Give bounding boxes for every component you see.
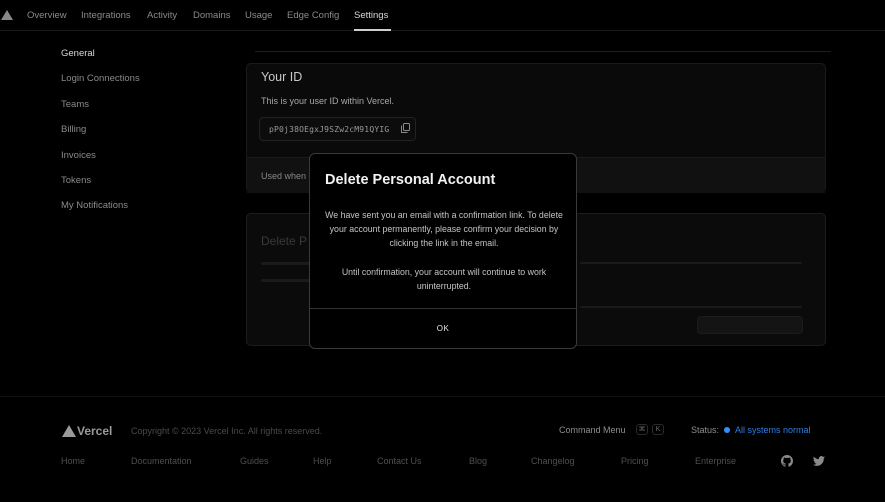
tab-overview[interactable]: Overview bbox=[27, 10, 67, 21]
tab-usage[interactable]: Usage bbox=[245, 10, 272, 21]
github-icon[interactable] bbox=[781, 455, 793, 467]
user-id-description: This is your user ID within Vercel. bbox=[261, 96, 395, 106]
user-id-value: pP0j38OEgxJ9SZw2cM91QYIG bbox=[269, 125, 390, 134]
sidebar-item-login-connections[interactable]: Login Connections bbox=[61, 73, 140, 84]
blurred-text-line bbox=[261, 279, 311, 282]
status-label: Status: bbox=[691, 425, 720, 435]
modal-paragraph: Until confirmation, your account will co… bbox=[341, 267, 547, 291]
footer-link-home[interactable]: Home bbox=[61, 456, 85, 466]
footer-link-help[interactable]: Help bbox=[313, 456, 332, 466]
tab-edge-config[interactable]: Edge Config bbox=[287, 10, 339, 21]
user-id-title: Your ID bbox=[261, 70, 303, 84]
footer-link-contact-us[interactable]: Contact Us bbox=[377, 456, 422, 466]
status-link[interactable]: All systems normal bbox=[735, 425, 811, 435]
footer-logo[interactable]: Vercel bbox=[62, 424, 112, 438]
copy-icon[interactable] bbox=[401, 123, 410, 133]
k-key-icon: K bbox=[652, 424, 664, 435]
footer-link-blog[interactable]: Blog bbox=[469, 456, 487, 466]
tab-activity[interactable]: Activity bbox=[147, 10, 177, 21]
tab-integrations[interactable]: Integrations bbox=[81, 10, 131, 21]
vercel-triangle-icon bbox=[62, 425, 76, 437]
footer-link-guides[interactable]: Guides bbox=[240, 456, 269, 466]
footer-link-pricing[interactable]: Pricing bbox=[621, 456, 649, 466]
user-id-footer-text: Used when bbox=[261, 171, 307, 181]
blurred-input-line bbox=[580, 262, 802, 264]
command-key-icon: ⌘ bbox=[636, 424, 648, 435]
modal-title: Delete Personal Account bbox=[325, 172, 496, 188]
modal-paragraph: We have sent you an email with a confirm… bbox=[325, 210, 563, 248]
active-tab-indicator bbox=[354, 29, 391, 31]
tab-settings[interactable]: Settings bbox=[354, 10, 388, 21]
blurred-input-line bbox=[580, 306, 802, 308]
command-menu-button[interactable]: Command Menu bbox=[559, 425, 626, 435]
delete-account-modal: Delete Personal Account We have sent you… bbox=[309, 153, 577, 349]
section-divider bbox=[255, 51, 831, 52]
sidebar-item-general[interactable]: General bbox=[61, 48, 95, 59]
twitter-icon[interactable] bbox=[813, 455, 825, 467]
sidebar-item-tokens[interactable]: Tokens bbox=[61, 175, 91, 186]
footer-link-enterprise[interactable]: Enterprise bbox=[695, 456, 736, 466]
status-dot-icon bbox=[724, 427, 730, 433]
sidebar-item-billing[interactable]: Billing bbox=[61, 124, 86, 135]
footer-link-documentation[interactable]: Documentation bbox=[131, 456, 192, 466]
footer-link-changelog[interactable]: Changelog bbox=[531, 456, 575, 466]
copyright-text: Copyright © 2023 Vercel Inc. All rights … bbox=[131, 426, 323, 436]
modal-body: We have sent you an email with a confirm… bbox=[322, 208, 566, 293]
vercel-logo-icon[interactable] bbox=[1, 10, 13, 20]
delete-account-title: Delete P bbox=[261, 234, 308, 248]
blurred-delete-button bbox=[697, 316, 803, 334]
ok-button[interactable]: OK bbox=[310, 309, 576, 348]
sidebar-item-teams[interactable]: Teams bbox=[61, 99, 89, 110]
sidebar-item-invoices[interactable]: Invoices bbox=[61, 150, 96, 161]
top-nav: Overview Integrations Activity Domains U… bbox=[0, 0, 885, 31]
sidebar-item-my-notifications[interactable]: My Notifications bbox=[61, 200, 128, 211]
brand-name: Vercel bbox=[77, 424, 113, 438]
footer-divider bbox=[0, 396, 885, 397]
tab-domains[interactable]: Domains bbox=[193, 10, 231, 21]
